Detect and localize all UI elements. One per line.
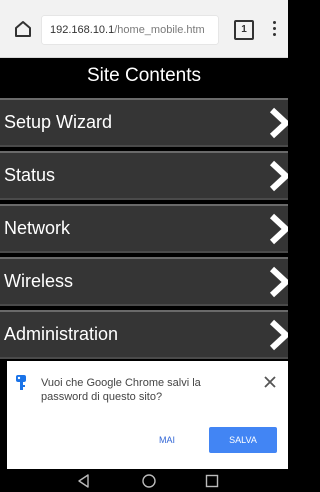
never-button[interactable]: MAI <box>155 427 179 453</box>
menu-item-label: Wireless <box>4 271 74 291</box>
recent-apps-icon[interactable] <box>205 474 219 488</box>
page-content: Site Contents Setup Wizard Status Networ… <box>0 58 288 361</box>
chevron-right-icon <box>269 160 288 192</box>
chevron-right-icon <box>269 213 288 245</box>
chevron-right-icon <box>269 107 288 139</box>
url-host: 192.168.10.1 <box>50 24 115 36</box>
url-path: /home_mobile.htm <box>114 24 205 36</box>
menu-item-label: Administration <box>4 324 119 344</box>
save-password-message: Vuoi che Google Chrome salvi la password… <box>41 377 201 403</box>
browser-toolbar: 192.168.10.1/home_mobile.htm 1 <box>0 0 288 58</box>
back-icon[interactable] <box>76 473 92 489</box>
home-icon <box>15 21 31 37</box>
menu-item-network[interactable]: Network <box>0 204 288 253</box>
page-title: Site Contents <box>86 65 202 86</box>
key-icon <box>16 375 26 390</box>
menu-item-label: Setup Wizard <box>4 112 113 132</box>
chevron-right-icon <box>269 266 288 298</box>
save-button[interactable]: SALVA <box>209 427 277 453</box>
menu-item-label: Network <box>4 218 71 238</box>
tab-switcher-button[interactable]: 1 <box>234 20 254 40</box>
menu-item-setup-wizard[interactable]: Setup Wizard <box>0 98 288 147</box>
tab-count-icon: 1 <box>241 24 247 35</box>
save-password-infobar: Vuoi che Google Chrome salvi la password… <box>7 361 288 469</box>
menu-item-administration[interactable]: Administration <box>0 310 288 359</box>
overflow-menu-icon[interactable] <box>268 14 280 42</box>
menu-item-wireless[interactable]: Wireless <box>0 257 288 306</box>
home-button[interactable] <box>10 16 36 42</box>
close-icon[interactable] <box>263 375 277 389</box>
home-circle-icon[interactable] <box>141 473 157 489</box>
chevron-right-icon <box>269 319 288 351</box>
menu-item-label: Status <box>4 165 56 185</box>
system-navigation-bar <box>0 469 288 492</box>
address-bar[interactable]: 192.168.10.1/home_mobile.htm <box>42 16 218 44</box>
menu-item-status[interactable]: Status <box>0 151 288 200</box>
